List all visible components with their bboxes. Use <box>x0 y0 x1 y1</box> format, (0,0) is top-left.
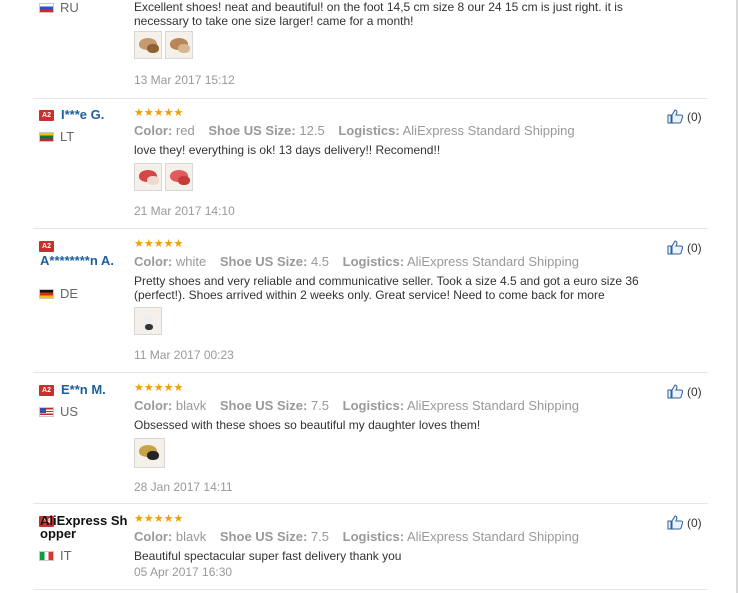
review-attributes: Color: white Shoe US Size: 4.5 Logistics… <box>134 254 589 269</box>
rating-stars: ★★★★★ <box>134 238 184 250</box>
helpful-button[interactable]: (0) <box>667 515 702 530</box>
review-date: 21 Mar 2017 14:10 <box>134 204 235 218</box>
review-date: 11 Mar 2017 00:23 <box>134 348 234 362</box>
review-photo[interactable] <box>134 307 162 335</box>
review-photo[interactable] <box>134 438 165 468</box>
review-date: 13 Mar 2017 15:12 <box>134 73 235 87</box>
photo-row <box>134 438 165 468</box>
attribute-label: Shoe US Size: <box>219 398 308 413</box>
review-attributes: Color: blavk Shoe US Size: 7.5 Logistics… <box>134 529 589 544</box>
attribute-value: red <box>175 123 195 138</box>
attribute-value: 7.5 <box>310 398 330 413</box>
photo-row <box>134 163 193 191</box>
attribute-label: Color: <box>134 254 173 269</box>
reviewer-country: LT <box>39 129 74 144</box>
attribute-label: Color: <box>134 529 173 544</box>
attribute-label: Shoe US Size: <box>219 254 308 269</box>
flag-icon <box>39 2 54 13</box>
helpful-count: (0) <box>687 109 702 124</box>
photo-row <box>134 307 162 335</box>
flag-icon <box>39 406 54 417</box>
attribute-label: Logistics: <box>342 254 405 269</box>
flag-icon <box>39 131 54 142</box>
level-badge: A2 <box>39 110 54 121</box>
attribute-label: Shoe US Size: <box>208 123 296 138</box>
flag-icon <box>39 550 54 561</box>
review-text: Pretty shoes and very reliable and commu… <box>134 274 639 302</box>
attribute-label: Color: <box>134 123 173 138</box>
review-attributes: Color: red Shoe US Size: 12.5 Logistics:… <box>134 123 585 138</box>
review-attributes: Color: blavk Shoe US Size: 7.5 Logistics… <box>134 398 589 413</box>
country-code: DE <box>60 286 79 301</box>
review-item: A4 AliExpress Shopper IT ★★★★★ Color: bl… <box>33 504 708 590</box>
review-text: Beautiful spectacular super fast deliver… <box>134 549 402 563</box>
attribute-value: blavk <box>175 398 207 413</box>
helpful-count: (0) <box>687 384 702 399</box>
reviewer-country: IT <box>39 548 72 563</box>
helpful-button[interactable]: (0) <box>667 240 702 255</box>
review-photo[interactable] <box>165 31 193 59</box>
reviewer-country: RU <box>39 0 79 15</box>
attribute-value: white <box>175 254 207 269</box>
rating-stars: ★★★★★ <box>134 513 184 525</box>
review-date: 28 Jan 2017 14:11 <box>134 480 233 494</box>
country-code: US <box>60 404 79 419</box>
attribute-value: AliExpress Standard Shipping <box>406 254 579 269</box>
reviews-page: RU Excellent shoes! neat and beautiful! … <box>0 0 738 593</box>
review-text: Excellent shoes! neat and beautiful! on … <box>134 0 623 28</box>
rating-stars: ★★★★★ <box>134 382 184 394</box>
reviewer-name[interactable]: I***e G. <box>61 108 104 121</box>
helpful-button[interactable]: (0) <box>667 109 702 124</box>
reviewer-name[interactable]: AliExpress Shopper <box>40 514 132 540</box>
reviewer-name[interactable]: A********n A. <box>40 254 124 267</box>
country-code: RU <box>60 0 79 15</box>
attribute-value: AliExpress Standard Shipping <box>406 529 579 544</box>
attribute-value: blavk <box>175 529 207 544</box>
attribute-value: 4.5 <box>310 254 330 269</box>
rating-stars: ★★★★★ <box>134 107 184 119</box>
review-photo[interactable] <box>165 163 193 191</box>
review-photo[interactable] <box>134 31 162 59</box>
reviewer-country: US <box>39 404 78 419</box>
review-photo[interactable] <box>134 163 162 191</box>
attribute-value: AliExpress Standard Shipping <box>402 123 575 138</box>
attribute-label: Shoe US Size: <box>219 529 308 544</box>
review-date: 05 Apr 2017 16:30 <box>134 565 233 579</box>
review-item: A2 A********n A. DE ★★★★★ Color: white S… <box>33 229 708 373</box>
thumbs-up-icon <box>667 109 683 124</box>
attribute-value: 7.5 <box>310 529 330 544</box>
level-badge: A2 <box>39 385 54 396</box>
attribute-value: 12.5 <box>299 123 325 138</box>
thumbs-up-icon <box>667 384 683 399</box>
attribute-label: Logistics: <box>338 123 400 138</box>
thumbs-up-icon <box>667 515 683 530</box>
review-text: love they! everything is ok! 13 days del… <box>134 143 441 157</box>
helpful-count: (0) <box>687 515 702 530</box>
review-item: A2 E**n M. US ★★★★★ Color: blavk Shoe US… <box>33 373 708 504</box>
attribute-label: Color: <box>134 398 173 413</box>
photo-row <box>134 31 193 59</box>
helpful-count: (0) <box>687 240 702 255</box>
country-code: IT <box>60 548 72 563</box>
attribute-label: Logistics: <box>342 398 405 413</box>
review-item: RU Excellent shoes! neat and beautiful! … <box>33 0 708 99</box>
reviewer-name[interactable]: E**n M. <box>61 383 106 396</box>
helpful-button[interactable]: (0) <box>667 384 702 399</box>
review-item: A2 I***e G. LT ★★★★★ Color: red Shoe US … <box>33 98 708 229</box>
review-text: Obsessed with these shoes so beautiful m… <box>134 418 481 432</box>
country-code: LT <box>60 129 75 144</box>
attribute-label: Logistics: <box>342 529 405 544</box>
flag-icon <box>39 288 54 299</box>
level-badge: A2 <box>39 241 54 252</box>
thumbs-up-icon <box>667 240 683 255</box>
attribute-value: AliExpress Standard Shipping <box>406 398 579 413</box>
reviewer-country: DE <box>39 286 78 301</box>
